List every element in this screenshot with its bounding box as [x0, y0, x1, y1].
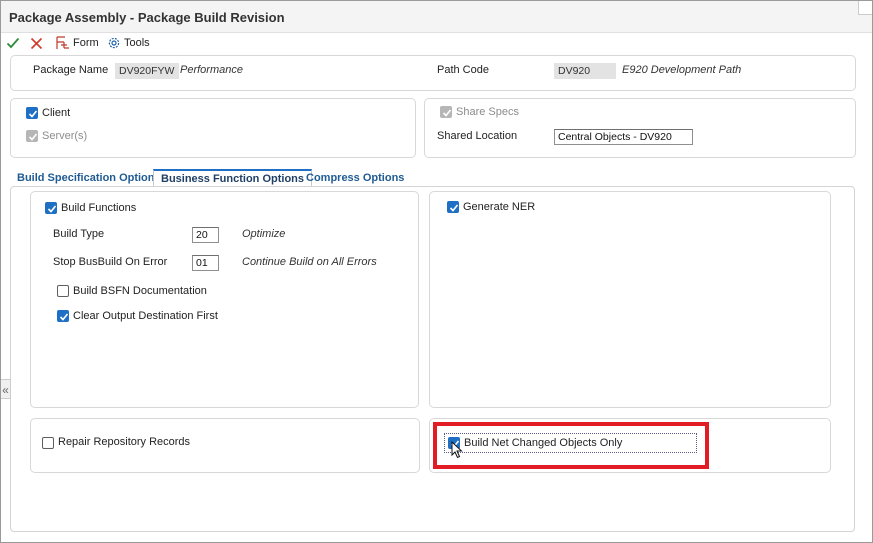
collapse-sidebar-button[interactable]: « — [1, 379, 11, 399]
client-label: Client — [42, 107, 71, 119]
package-name-field: DV920FYW — [115, 63, 179, 79]
gear-icon — [107, 36, 121, 50]
x-icon — [30, 37, 43, 50]
path-code-description: E920 Development Path — [622, 64, 742, 76]
build-functions-checkbox[interactable] — [45, 202, 57, 214]
window-corner — [858, 1, 872, 15]
tab-compress-options[interactable]: Compress Options — [306, 169, 404, 187]
build-bsfn-documentation-label: Build BSFN Documentation — [73, 285, 207, 297]
share-specs-label: Share Specs — [456, 106, 519, 118]
stop-on-error-description: Continue Build on All Errors — [242, 256, 377, 268]
shared-location-field[interactable]: Central Objects - DV920 — [554, 129, 693, 145]
build-targets-panel: Client Server(s) — [10, 98, 416, 158]
checkmark-icon — [6, 36, 20, 50]
tab-business-function-options[interactable]: Business Function Options — [153, 169, 313, 187]
servers-label: Server(s) — [42, 130, 88, 142]
share-specs-checkbox — [440, 106, 452, 118]
application-window: Package Assembly - Package Build Revisio… — [0, 0, 873, 543]
repair-repository-label: Repair Repository Records — [58, 436, 191, 448]
shared-location-label: Shared Location — [437, 130, 518, 142]
build-functions-label: Build Functions — [61, 202, 137, 214]
tools-menu-button[interactable]: Tools — [107, 35, 150, 51]
stop-on-error-label: Stop BusBuild On Error — [53, 256, 168, 268]
repair-repository-checkbox[interactable] — [42, 437, 54, 449]
shared-specs-panel: Share Specs Shared Location Central Obje… — [424, 98, 856, 158]
generate-ner-panel: Generate NER — [429, 191, 831, 408]
generate-ner-checkbox[interactable] — [447, 201, 459, 213]
package-description: Performance — [180, 64, 243, 76]
tools-menu-label: Tools — [124, 37, 150, 49]
form-icon — [55, 36, 70, 50]
mouse-pointer-icon — [451, 440, 463, 462]
highlight-annotation — [433, 422, 709, 469]
path-code-label: Path Code — [437, 64, 489, 76]
toolbar: Form Tools — [1, 33, 872, 53]
path-code-field: DV920 — [554, 63, 616, 79]
title-bar: Package Assembly - Package Build Revisio… — [1, 1, 872, 33]
stop-on-error-field[interactable]: 01 — [192, 255, 219, 271]
ok-button[interactable] — [6, 35, 20, 51]
client-checkbox[interactable] — [26, 107, 38, 119]
page-title: Package Assembly - Package Build Revisio… — [9, 10, 285, 25]
generate-ner-label: Generate NER — [463, 201, 536, 213]
package-header-panel: Package Name DV920FYW Performance Path C… — [10, 55, 856, 91]
build-type-description: Optimize — [242, 228, 286, 240]
build-functions-panel: Build Functions Build Type 20 Optimize S… — [30, 191, 419, 408]
cancel-button[interactable] — [30, 35, 43, 51]
package-name-label: Package Name — [33, 64, 109, 76]
form-menu-label: Form — [73, 37, 99, 49]
form-menu-button[interactable]: Form — [55, 35, 99, 51]
build-bsfn-documentation-checkbox[interactable] — [57, 285, 69, 297]
servers-checkbox — [26, 130, 38, 142]
build-type-label: Build Type — [53, 228, 105, 240]
tab-build-specification-options[interactable]: Build Specification Options — [17, 169, 161, 187]
repair-repository-panel: Repair Repository Records — [30, 418, 420, 473]
clear-output-destination-label: Clear Output Destination First — [73, 310, 218, 322]
build-type-field[interactable]: 20 — [192, 227, 219, 243]
clear-output-destination-checkbox[interactable] — [57, 310, 69, 322]
